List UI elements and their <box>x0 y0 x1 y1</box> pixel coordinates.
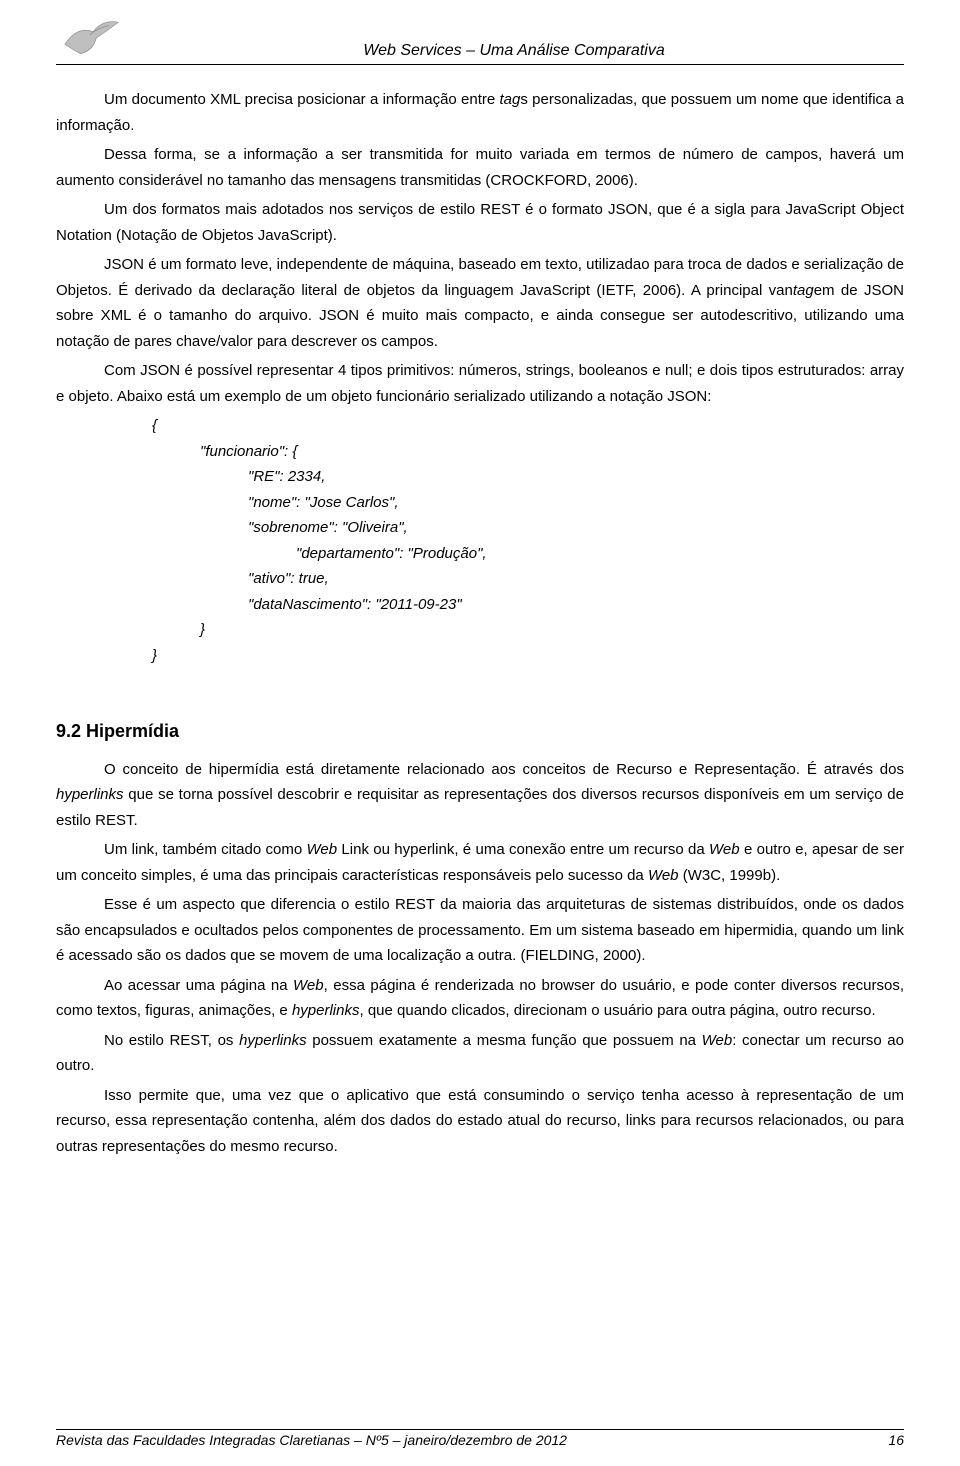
code-line: { <box>56 413 904 439</box>
paragraph: Isso permite que, uma vez que o aplicati… <box>56 1083 904 1160</box>
text-italic: tag <box>500 91 521 108</box>
paragraph: Com JSON é possível representar 4 tipos … <box>56 358 904 409</box>
code-line: "RE": 2334, <box>56 464 904 490</box>
code-line: "sobrenome": "Oliveira", <box>56 515 904 541</box>
code-line: "dataNascimento": "2011-09-23" <box>56 592 904 618</box>
code-line: } <box>56 617 904 643</box>
code-line: "departamento": "Produção", <box>56 541 904 567</box>
paragraph: Esse é um aspecto que diferencia o estil… <box>56 892 904 969</box>
paragraph: Um documento XML precisa posicionar a in… <box>56 87 904 138</box>
text: No estilo REST, os <box>104 1032 239 1049</box>
text-italic: Web <box>307 841 338 858</box>
paragraph: Ao acessar uma página na Web, essa págin… <box>56 973 904 1024</box>
section-heading: 9.2 Hipermídia <box>56 716 904 747</box>
paragraph: O conceito de hipermídia está diretament… <box>56 757 904 834</box>
text: Link ou hyperlink, é uma conexão entre u… <box>337 841 709 858</box>
logo-icon <box>56 14 124 62</box>
text-italic: hyperlinks <box>239 1032 307 1049</box>
paragraph: JSON é um formato leve, independente de … <box>56 252 904 354</box>
json-code-block: { "funcionario": { "RE": 2334, "nome": "… <box>56 413 904 668</box>
text: possuem exatamente a mesma função que po… <box>307 1032 702 1049</box>
paragraph: Um link, também citado como Web Link ou … <box>56 837 904 888</box>
text: que se torna possível descobrir e requis… <box>56 786 904 829</box>
text-italic: tag <box>793 282 814 299</box>
text-italic: hyperlinks <box>292 1002 360 1019</box>
text-italic: Web <box>648 867 679 884</box>
document-body: Um documento XML precisa posicionar a in… <box>56 87 904 1159</box>
text: Um documento XML precisa posicionar a in… <box>104 91 500 108</box>
paragraph: No estilo REST, os hyperlinks possuem ex… <box>56 1028 904 1079</box>
text: Um link, também citado como <box>104 841 307 858</box>
text-italic: hyperlinks <box>56 786 124 803</box>
code-line: "funcionario": { <box>56 439 904 465</box>
code-line: "ativo": true, <box>56 566 904 592</box>
code-line: } <box>56 643 904 669</box>
text-italic: Web <box>293 977 324 994</box>
text-italic: Web <box>702 1032 733 1049</box>
footer-left: Revista das Faculdades Integradas Claret… <box>56 1432 567 1448</box>
page-header: Web Services – Uma Análise Comparativa <box>56 14 904 65</box>
text: (W3C, 1999b). <box>679 867 781 884</box>
header-title: Web Services – Uma Análise Comparativa <box>124 42 904 62</box>
text: , que quando clicados, direcionam o usuá… <box>359 1002 875 1019</box>
text-italic: Web <box>709 841 740 858</box>
text: O conceito de hipermídia está diretament… <box>104 761 904 778</box>
page-number: 16 <box>888 1432 904 1448</box>
page-footer: Revista das Faculdades Integradas Claret… <box>56 1429 904 1448</box>
paragraph: Um dos formatos mais adotados nos serviç… <box>56 197 904 248</box>
paragraph: Dessa forma, se a informação a ser trans… <box>56 142 904 193</box>
code-line: "nome": "Jose Carlos", <box>56 490 904 516</box>
text: Ao acessar uma página na <box>104 977 293 994</box>
text: JSON é um formato leve, independente de … <box>56 256 904 299</box>
